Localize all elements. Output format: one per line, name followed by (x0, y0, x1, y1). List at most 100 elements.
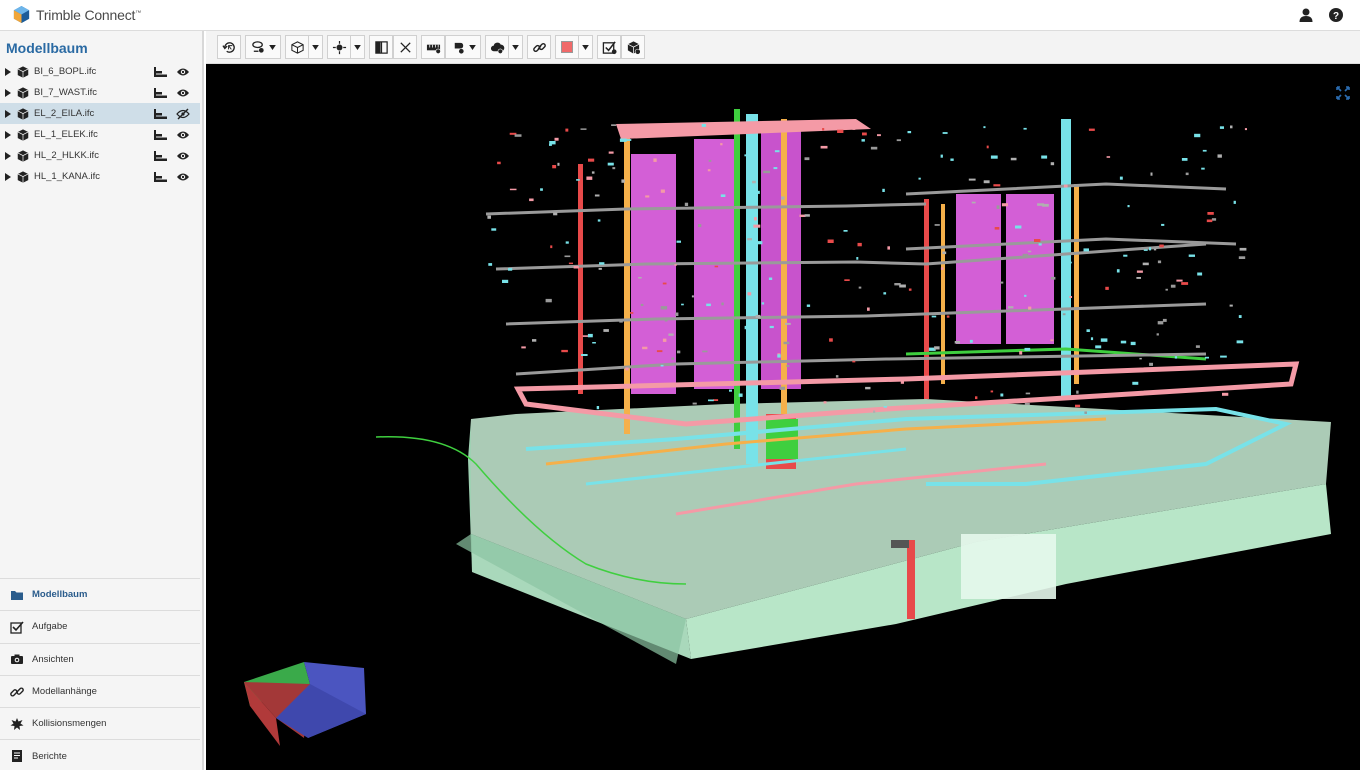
layers-icon[interactable] (154, 129, 168, 141)
fixture (565, 241, 569, 244)
fixture (1162, 318, 1167, 322)
section-plane-button[interactable] (369, 35, 393, 59)
expand-caret-icon[interactable] (2, 166, 14, 187)
fixture (1159, 244, 1164, 248)
fixture (660, 364, 664, 367)
model-tree: BI_6_BOPL.ifc BI_7_WAST.ifc EL_2_EILA.if… (0, 61, 202, 187)
model-row[interactable]: HL_1_KANA.ifc (0, 166, 200, 187)
3d-viewer[interactable] (206, 64, 1360, 770)
fixture (1001, 203, 1008, 207)
fixture (557, 162, 560, 166)
eye-hidden-icon[interactable] (176, 108, 190, 120)
fixture (1024, 402, 1030, 406)
nav-item-modellanh-nge[interactable]: Modellanhänge (0, 674, 200, 707)
fixture (1041, 155, 1048, 159)
fixture (1181, 158, 1188, 161)
fixture (883, 406, 887, 408)
markup-button[interactable] (445, 35, 481, 59)
eye-icon[interactable] (176, 66, 190, 78)
nav-item-berichte[interactable]: Berichte (0, 739, 200, 771)
fixture (1106, 156, 1111, 158)
fixture (630, 312, 634, 314)
layers-icon[interactable] (154, 171, 168, 183)
focus-dropdown[interactable] (351, 35, 365, 59)
fixture (597, 219, 601, 222)
view-cube-dropdown[interactable] (309, 35, 323, 59)
fixture (883, 292, 887, 295)
sidebar-title: Modellbaum (6, 40, 88, 56)
fixture (1143, 249, 1148, 251)
rotate-button[interactable] (217, 35, 241, 59)
help-icon[interactable]: ? (1328, 7, 1344, 23)
expand-caret-icon[interactable] (2, 61, 14, 82)
color-dropdown[interactable] (579, 35, 593, 59)
model-check-button[interactable] (621, 35, 645, 59)
fixture (508, 268, 513, 271)
nav-item-aufgabe[interactable]: Aufgabe (0, 610, 200, 642)
walk-mode-button[interactable] (245, 35, 281, 59)
cloud-button[interactable] (485, 35, 509, 59)
fixture (990, 390, 994, 393)
fixture (1174, 356, 1178, 359)
measure-icon (426, 44, 441, 54)
layers-icon[interactable] (154, 87, 168, 99)
folder-icon (11, 590, 23, 600)
model-row[interactable]: EL_2_EILA.ifc (0, 103, 200, 124)
model-row[interactable]: EL_1_ELEK.ifc (0, 124, 200, 145)
layers-icon[interactable] (154, 66, 168, 78)
bim-model-render[interactable] (206, 64, 1360, 770)
fixture (514, 134, 522, 137)
model-cube-icon (17, 86, 29, 99)
expand-caret-icon[interactable] (2, 103, 14, 124)
fixture (822, 128, 825, 131)
model-row[interactable]: HL_2_HLKK.ifc (0, 145, 200, 166)
focus-button[interactable] (327, 35, 351, 59)
fixture (721, 302, 724, 306)
nav-item-ansichten[interactable]: Ansichten (0, 642, 200, 675)
fixture (1067, 261, 1072, 264)
color-button[interactable] (555, 35, 579, 59)
fixture (564, 255, 571, 258)
eye-icon[interactable] (176, 171, 190, 183)
fixture (773, 167, 778, 170)
model-row[interactable]: BI_7_WAST.ifc (0, 82, 200, 103)
fixture (624, 139, 632, 141)
fixture (983, 180, 990, 184)
fixture (1028, 306, 1032, 310)
model-row[interactable]: BI_6_BOPL.ifc (0, 61, 200, 82)
link-button[interactable] (527, 35, 551, 59)
layers-icon[interactable] (154, 108, 168, 120)
fixture (1165, 288, 1168, 291)
app-header: Trimble Connect™ ? (0, 0, 1360, 31)
fixture (877, 134, 881, 137)
fixture (540, 188, 543, 191)
layers-icon[interactable] (154, 150, 168, 162)
expand-caret-icon[interactable] (2, 145, 14, 166)
fixture (757, 241, 763, 245)
cloud-dropdown[interactable] (509, 35, 523, 59)
fixture (596, 406, 600, 410)
create-task-button[interactable] (597, 35, 621, 59)
nav-item-kollisionsmengen[interactable]: Kollisionsmengen (0, 707, 200, 739)
fixture (1195, 345, 1200, 348)
navigation-cube-icon[interactable] (240, 654, 370, 754)
fixture (1116, 269, 1120, 273)
fixture (942, 132, 948, 134)
trimble-connect-logo[interactable]: Trimble Connect™ (12, 5, 141, 24)
expand-caret-icon[interactable] (2, 124, 14, 145)
model-cube-icon (17, 149, 29, 162)
measure-button[interactable] (421, 35, 445, 59)
clear-section-button[interactable] (393, 35, 417, 59)
fixture (852, 360, 856, 363)
eye-icon[interactable] (176, 87, 190, 99)
riser (781, 119, 787, 449)
user-icon[interactable] (1298, 7, 1314, 23)
fixture (1206, 219, 1213, 223)
expand-caret-icon[interactable] (2, 82, 14, 103)
nav-item-modellbaum[interactable]: Modellbaum (0, 578, 200, 610)
fullscreen-icon[interactable] (1336, 86, 1350, 100)
eye-icon[interactable] (176, 150, 190, 162)
view-cube-button[interactable] (285, 35, 309, 59)
eye-icon[interactable] (176, 129, 190, 141)
nav-label: Modellanhänge (32, 686, 97, 698)
